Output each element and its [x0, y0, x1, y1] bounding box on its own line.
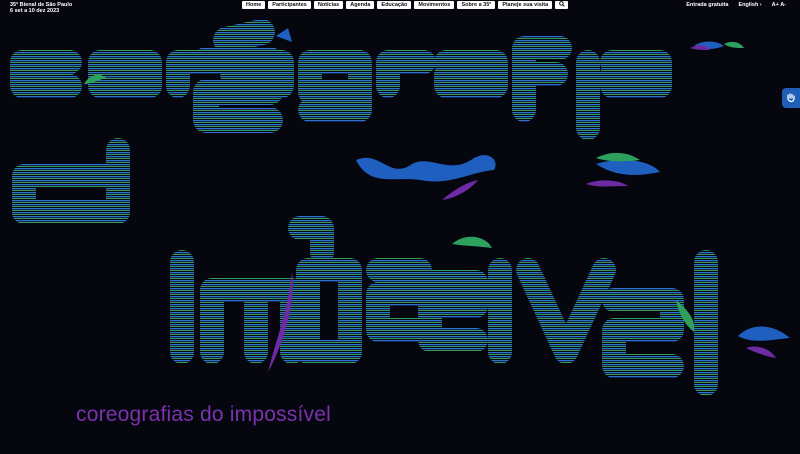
search-icon: [558, 1, 565, 7]
nav-noticias[interactable]: Notícias: [313, 1, 344, 9]
page-subtitle: coreografias do impossível: [76, 403, 331, 426]
brand-dates: 6 set a 10 dez 2023: [10, 8, 60, 14]
language-switch[interactable]: English ›: [738, 2, 761, 8]
font-size-controls: A+ A-: [772, 2, 786, 8]
nav-sobre[interactable]: Sobre a 35ª: [457, 1, 496, 9]
hand-accessibility-icon: [787, 93, 795, 103]
nav-movimentos[interactable]: Movimentos: [414, 1, 455, 9]
word-impossivel: [170, 216, 718, 396]
utility-links: Entrada gratuita English › A+ A-: [686, 2, 786, 8]
free-entry-link[interactable]: Entrada gratuita: [686, 2, 728, 8]
brand-logo[interactable]: 35ª Bienal de São Paulo 6 set a 10 dez 2…: [10, 2, 72, 14]
word-coreografias: [10, 36, 672, 140]
accessibility-widget-button[interactable]: [782, 88, 800, 108]
font-decrease-button[interactable]: A-: [780, 2, 786, 8]
nav-home[interactable]: Home: [242, 1, 266, 9]
font-increase-button[interactable]: A+: [772, 2, 779, 8]
search-button[interactable]: [555, 1, 569, 9]
nav-participantes[interactable]: Participantes: [268, 1, 311, 9]
word-do: [12, 138, 130, 224]
top-bar: 35ª Bienal de São Paulo 6 set a 10 dez 2…: [0, 0, 800, 14]
nav-planeje-visita[interactable]: Planeje sua visita: [498, 1, 553, 9]
nav-agenda[interactable]: Agenda: [346, 1, 375, 9]
nav-educacao[interactable]: Educação: [377, 1, 412, 9]
main-nav: Home Participantes Notícias Agenda Educa…: [242, 1, 569, 9]
title-artwork: [10, 19, 790, 396]
